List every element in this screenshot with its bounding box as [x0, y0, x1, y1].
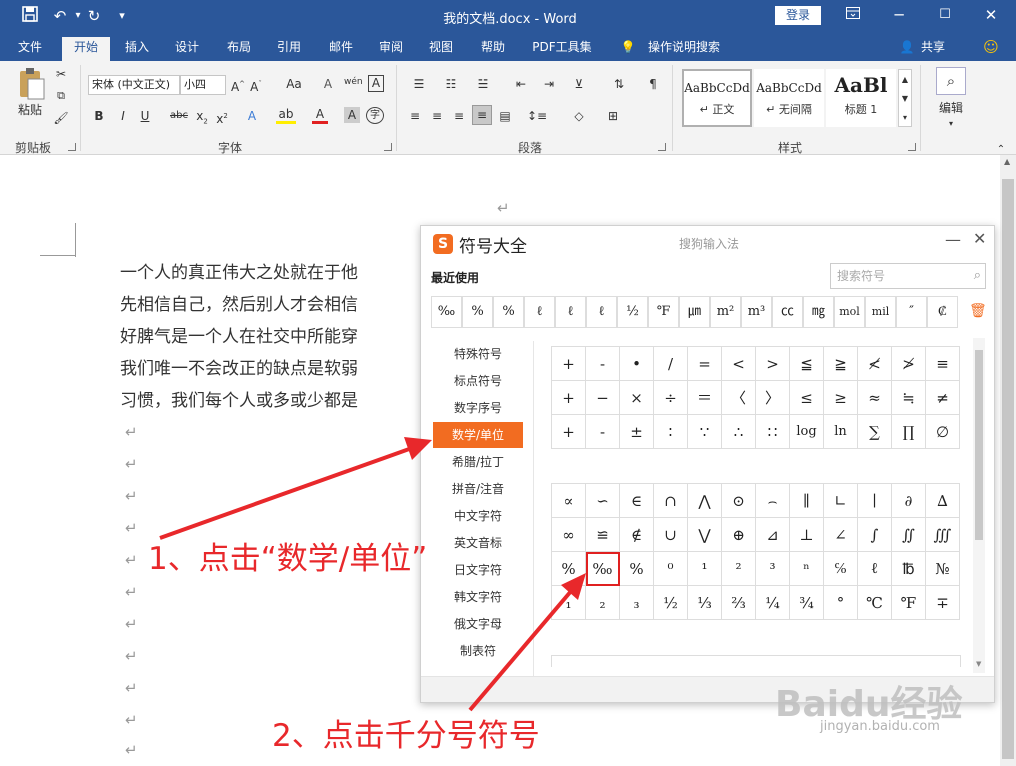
- annotation-arrow-2: [468, 588, 574, 712]
- annotation-arrow-1: [159, 446, 413, 540]
- watermark-url: jingyan.baidu.com: [820, 719, 940, 734]
- word-window: ↶ ▾ ↻ ▾ 我的文档.docx - Word 登录 ─ ☐ ✕ 文件 开始 …: [0, 0, 1016, 766]
- annotation-step-1: 1、点击“数学/单位”: [148, 541, 428, 577]
- annotation-step-2: 2、点击千分号符号: [272, 718, 540, 754]
- annotation-arrows: [159, 437, 586, 712]
- annotation-arrowhead-1: [404, 437, 432, 460]
